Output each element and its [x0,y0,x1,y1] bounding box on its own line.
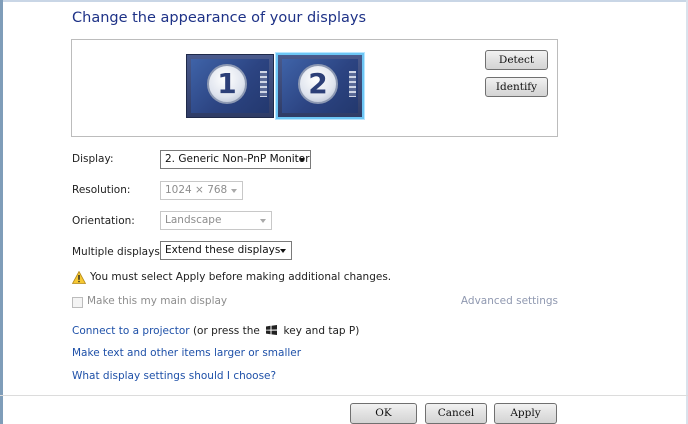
orientation-select-value: Landscape [165,214,222,226]
projector-hint-prefix: (or press the [192,325,260,337]
connect-projector-link[interactable]: Connect to a projector [72,325,190,337]
warning-icon [72,271,86,284]
monitor-1-thumbnail[interactable]: 1 [186,54,274,118]
page-title: Change the appearance of your displays [72,10,367,26]
monitor-1-number: 1 [207,64,247,104]
display-select-value: 2. Generic Non-PnP Monitor [165,153,310,165]
advanced-settings-link[interactable]: Advanced settings [461,295,558,307]
orientation-select[interactable]: Landscape [160,211,272,230]
projector-hint-suffix: key and tap P) [283,325,360,337]
resolution-select-value: 1024 × 768 [165,184,228,196]
monitor-2-number: 2 [298,64,338,104]
identify-button[interactable]: Identify [485,77,548,97]
chevron-down-icon [231,189,237,193]
projector-line: Connect to a projector (or press the key… [72,325,359,337]
monitor-1-taskbar-icon [260,71,267,97]
multiple-displays-label: Multiple displays: [72,246,164,258]
apply-button[interactable]: Apply [494,403,557,424]
windows-logo-icon [266,325,278,335]
warning-text: You must select Apply before making addi… [90,271,392,283]
chevron-down-icon [260,219,266,223]
chevron-down-icon [299,158,305,162]
detect-button[interactable]: Detect [485,50,548,70]
monitor-2-taskbar-icon [349,71,356,97]
main-display-label: Make this my main display [87,295,228,307]
window-left-border [0,0,3,424]
resolution-select[interactable]: 1024 × 768 [160,181,243,200]
chevron-down-icon [280,249,286,253]
main-display-checkbox[interactable] [72,297,83,308]
orientation-label: Orientation: [72,215,135,227]
display-select[interactable]: 2. Generic Non-PnP Monitor [160,150,311,169]
resolution-label: Resolution: [72,184,131,196]
text-size-link[interactable]: Make text and other items larger or smal… [72,347,301,359]
footer-divider [0,395,688,396]
ok-button[interactable]: OK [350,403,417,424]
display-preview-area: 1 2 Detect Identify [71,39,558,137]
monitor-2-thumbnail[interactable]: 2 [276,53,364,119]
multiple-displays-select[interactable]: Extend these displays [160,241,292,260]
display-settings-help-link[interactable]: What display settings should I choose? [72,370,276,382]
multiple-displays-select-value: Extend these displays [165,244,281,256]
window-top-border [0,0,688,2]
display-label: Display: [72,153,114,165]
cancel-button[interactable]: Cancel [425,403,487,424]
